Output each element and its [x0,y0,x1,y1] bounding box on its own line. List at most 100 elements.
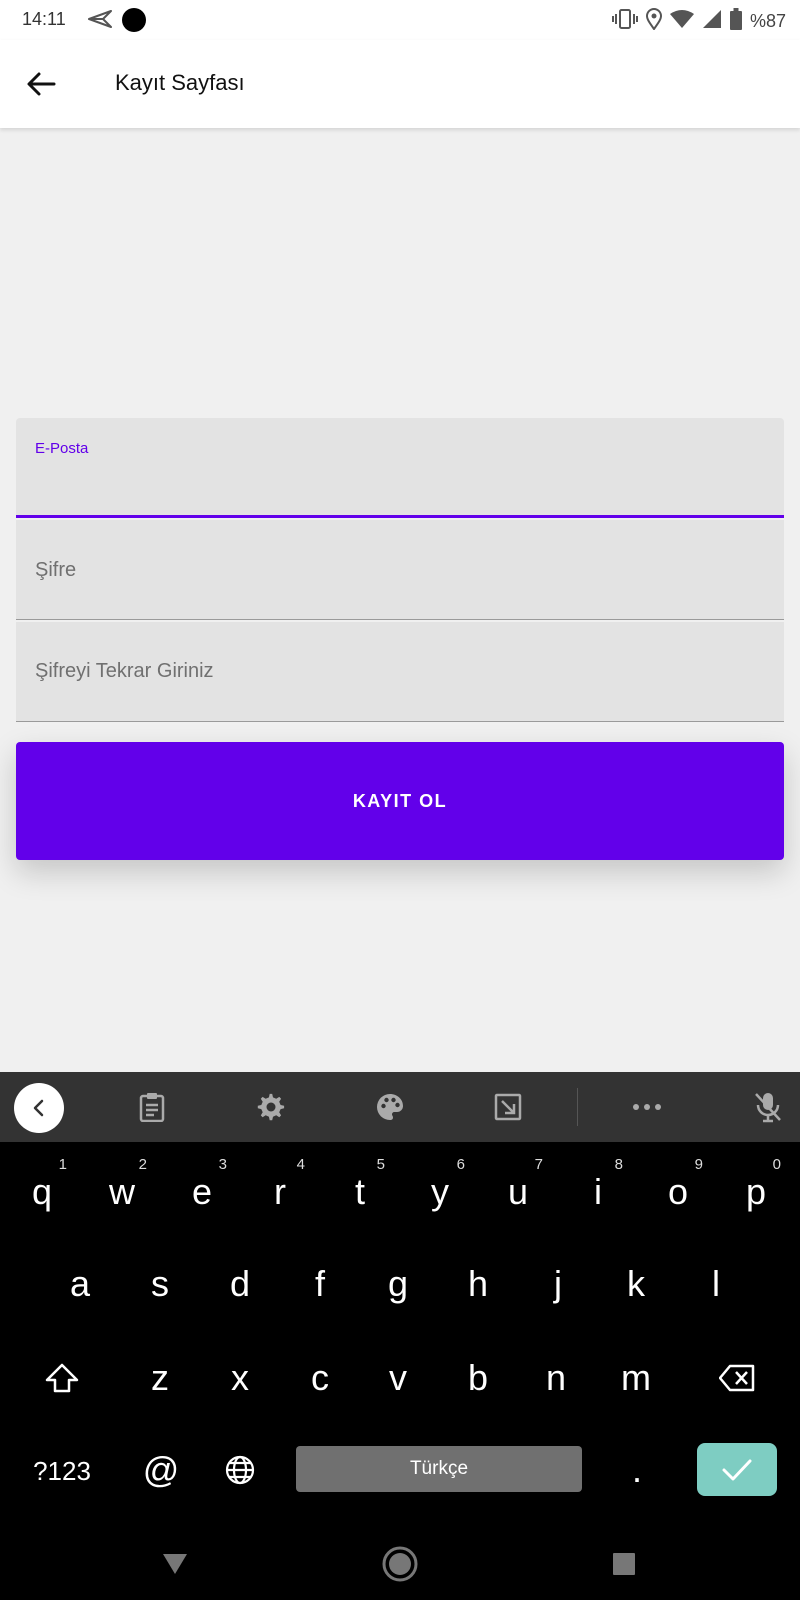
key-m[interactable]: m [601,1336,671,1416]
globe-icon [225,1455,255,1485]
key-i[interactable]: i8 [563,1150,633,1230]
location-icon [645,8,662,35]
theme-button[interactable] [374,1091,406,1123]
key-u[interactable]: u7 [483,1150,553,1230]
period-key[interactable]: . [602,1430,672,1510]
arrow-left-icon [27,72,56,96]
key-f[interactable]: f [285,1242,355,1322]
key-s[interactable]: s [125,1242,195,1322]
shift-key[interactable] [27,1338,97,1418]
key-j[interactable]: j [523,1242,593,1322]
key-label: w [109,1171,135,1212]
key-y[interactable]: y6 [405,1150,475,1230]
symbols-key[interactable]: ?123 [20,1448,104,1494]
email-input[interactable] [16,418,784,515]
status-time: 14:11 [22,9,66,29]
battery-icon [729,8,742,35]
check-icon [722,1459,752,1480]
key-z[interactable]: z [125,1336,195,1416]
key-r[interactable]: r4 [245,1150,315,1230]
key-hint: 1 [58,1156,67,1173]
password-field[interactable] [16,520,784,620]
notification-dot-icon [122,8,146,32]
back-button[interactable] [22,64,62,104]
key-l[interactable]: l [681,1242,751,1322]
key-t[interactable]: t5 [325,1150,395,1230]
chevron-left-icon [33,1099,44,1117]
wifi-icon [669,9,694,34]
toolbar-divider [577,1088,578,1126]
navigation-bar [0,1530,800,1600]
email-field[interactable]: E-Posta [16,418,784,518]
key-d[interactable]: d [205,1242,275,1322]
signal-icon [702,9,722,34]
key-hint: 6 [456,1156,465,1173]
backspace-icon [719,1364,755,1392]
keyboard-collapse-button[interactable] [14,1083,64,1133]
key-label: t [354,1171,365,1212]
key-v[interactable]: v [363,1336,433,1416]
backspace-key[interactable] [702,1338,772,1418]
key-label: r [274,1171,286,1212]
key-hint: 0 [772,1156,781,1173]
language-key[interactable] [205,1430,275,1510]
shift-icon [45,1363,79,1393]
key-o[interactable]: o9 [643,1150,713,1230]
voice-input-button[interactable] [752,1091,784,1123]
password-repeat-input[interactable] [16,622,784,721]
password-repeat-field[interactable] [16,622,784,722]
resize-button[interactable] [492,1091,524,1123]
key-h[interactable]: h [443,1242,513,1322]
vibrate-icon [611,8,638,35]
nav-recents-button[interactable] [604,1544,644,1584]
key-hint: 8 [614,1156,623,1173]
clipboard-icon [139,1093,165,1122]
key-label: y [431,1171,449,1212]
key-hint: 5 [376,1156,385,1173]
home-circle-icon [382,1546,418,1582]
nav-home-button[interactable] [380,1544,420,1584]
key-hint: 9 [694,1156,703,1173]
at-key[interactable]: @ [126,1430,196,1510]
more-button[interactable] [631,1091,663,1123]
more-dots-icon [633,1104,661,1110]
key-hint: 2 [138,1156,147,1173]
key-n[interactable]: n [521,1336,591,1416]
key-label: o [667,1171,689,1212]
page-title: Kayıt Sayfası [115,70,245,95]
key-w[interactable]: w2 [87,1150,157,1230]
key-c[interactable]: c [285,1336,355,1416]
key-label: u [507,1171,529,1212]
app-bar: Kayıt Sayfası [0,40,800,128]
key-b[interactable]: b [443,1336,513,1416]
key-q[interactable]: q1 [7,1150,77,1230]
done-key[interactable] [697,1443,777,1496]
keyboard-toolbar [0,1072,800,1142]
register-button[interactable]: KAYIT OL [16,742,784,860]
resize-icon [494,1093,522,1121]
gear-icon [257,1093,285,1121]
key-label: i [594,1171,602,1212]
send-icon [88,10,112,33]
key-hint: 3 [218,1156,227,1173]
nav-back-button[interactable] [155,1544,195,1584]
triangle-back-icon [163,1554,187,1574]
key-a[interactable]: a [45,1242,115,1322]
status-icons: %87 [611,8,786,35]
key-hint: 7 [534,1156,543,1173]
key-k[interactable]: k [601,1242,671,1322]
mic-off-icon [755,1093,781,1123]
key-label: e [191,1171,213,1212]
key-x[interactable]: x [205,1336,275,1416]
space-key[interactable]: Türkçe [296,1446,582,1492]
settings-button[interactable] [255,1091,287,1123]
palette-icon [377,1094,403,1120]
password-input[interactable] [16,520,784,619]
key-label: q [31,1171,53,1212]
status-bar: 14:11 %87 [0,0,800,40]
key-p[interactable]: p0 [721,1150,791,1230]
key-label: p [745,1171,767,1212]
key-e[interactable]: e3 [167,1150,237,1230]
clipboard-button[interactable] [136,1091,168,1123]
key-g[interactable]: g [363,1242,433,1322]
